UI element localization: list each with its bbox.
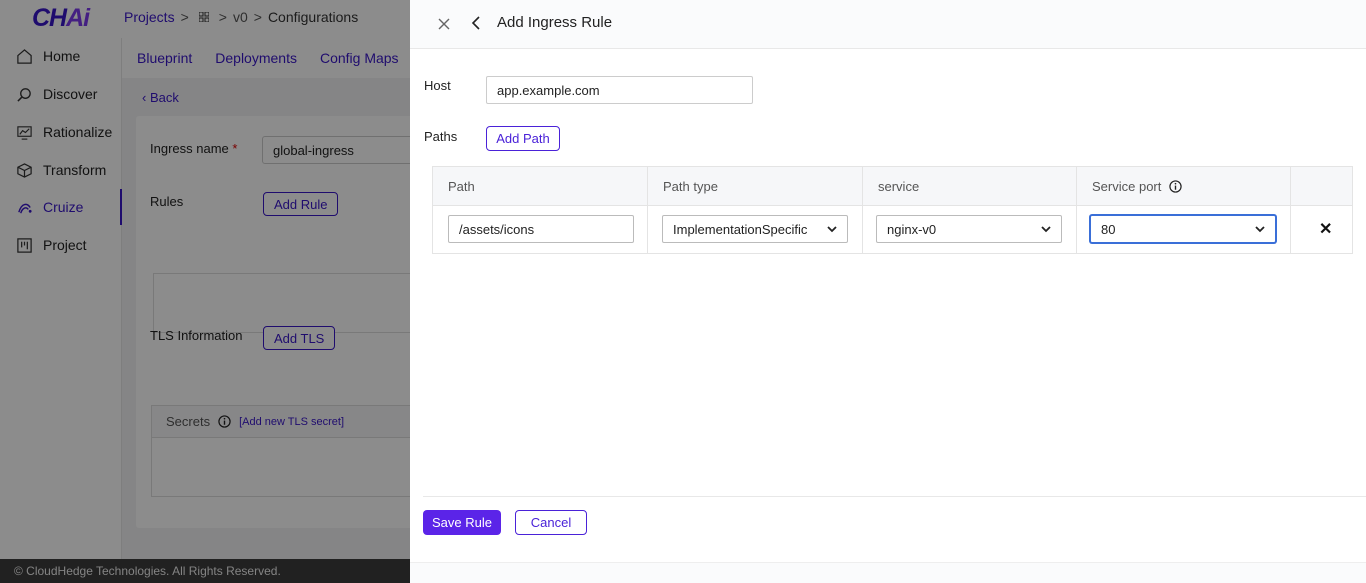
path-type-cell: ImplementationSpecific	[648, 206, 863, 253]
service-port-cell: 80	[1077, 206, 1291, 253]
paths-label: Paths	[424, 129, 458, 144]
paths-table-header: Path Path type service Service port	[433, 167, 1352, 206]
path-type-select[interactable]: ImplementationSpecific	[662, 215, 848, 243]
save-rule-button[interactable]: Save Rule	[423, 510, 501, 535]
chevron-down-icon	[827, 225, 837, 232]
footer-divider	[423, 496, 1366, 497]
column-header-path-type: Path type	[648, 167, 863, 206]
drawer-header: Add Ingress Rule	[410, 0, 1366, 49]
path-input[interactable]: /assets/icons	[448, 215, 634, 243]
service-cell: nginx-v0	[863, 206, 1077, 253]
delete-path-icon[interactable]: ✕	[1319, 219, 1332, 239]
info-icon	[1169, 180, 1183, 193]
drawer-title: Add Ingress Rule	[497, 14, 613, 31]
back-arrow-icon[interactable]	[470, 15, 482, 31]
service-select[interactable]: nginx-v0	[876, 215, 1062, 243]
paths-table: Path Path type service Service port /ass…	[432, 166, 1353, 254]
close-icon[interactable]	[437, 17, 451, 31]
service-port-select[interactable]: 80	[1090, 215, 1276, 243]
add-ingress-rule-drawer: Add Ingress Rule Host app.example.com Pa…	[410, 0, 1366, 583]
cancel-button[interactable]: Cancel	[515, 510, 587, 535]
add-path-button[interactable]: Add Path	[486, 126, 560, 151]
column-header-actions	[1291, 167, 1352, 206]
column-header-service-port: Service port	[1077, 167, 1291, 206]
path-cell: /assets/icons	[433, 206, 648, 253]
host-label: Host	[424, 78, 451, 93]
column-header-path: Path	[433, 167, 648, 206]
column-header-service: service	[863, 167, 1077, 206]
host-input[interactable]: app.example.com	[486, 76, 753, 104]
chevron-down-icon	[1255, 225, 1265, 232]
drawer-bottom-bar	[410, 562, 1366, 583]
chevron-down-icon	[1041, 225, 1051, 232]
